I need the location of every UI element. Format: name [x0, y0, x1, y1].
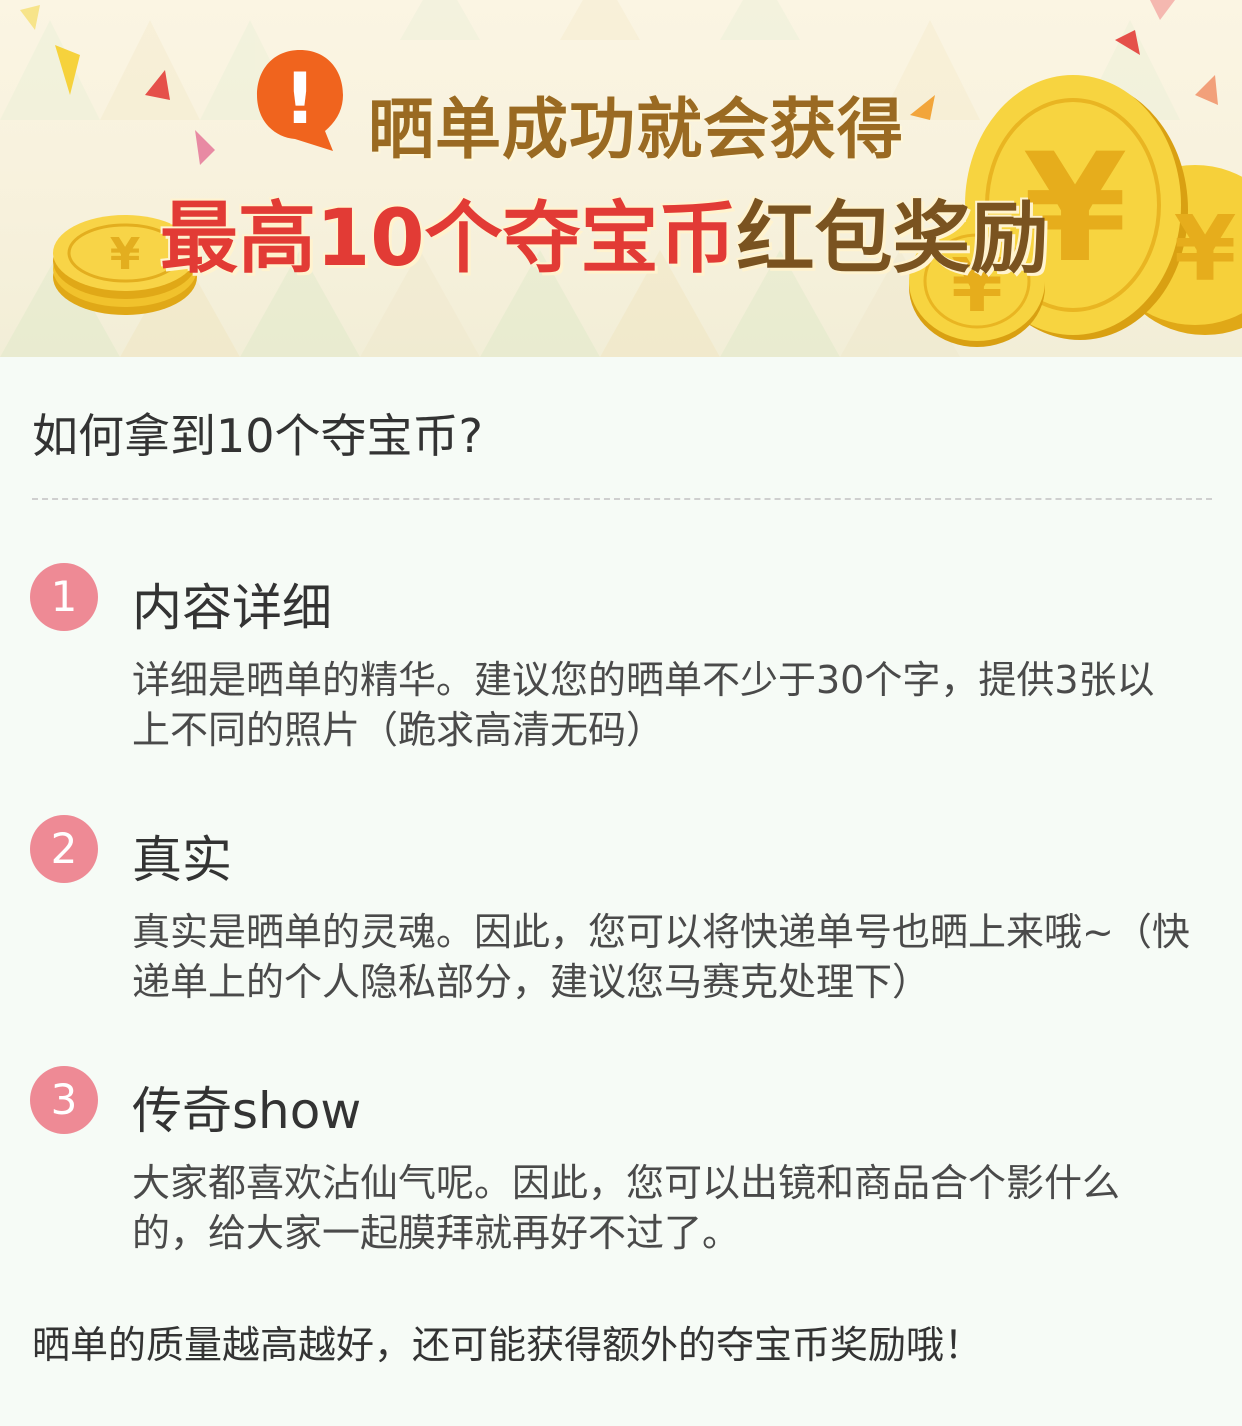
- step-number-badge: 2: [30, 815, 98, 883]
- step-title: 传奇show: [132, 1082, 362, 1140]
- svg-text:¥: ¥: [110, 229, 141, 280]
- step-title: 真实: [132, 831, 232, 889]
- step-title: 内容详细: [132, 579, 332, 637]
- footer-note: 晒单的质量越高越好，还可能获得额外的夺宝币奖励哦！: [32, 1323, 983, 1367]
- alert-bubble-icon: !: [257, 50, 343, 151]
- step-description: 大家都喜欢沾仙气呢。因此，您可以出镜和商品合个影什么的，给大家一起膜拜就再好不过…: [132, 1161, 1121, 1255]
- dashed-divider: [32, 498, 1212, 500]
- reward-banner: ¥ ¥ ¥ ¥ ! 晒单成功就会获得 最高10个夺宝币红包奖励: [0, 0, 1242, 357]
- banner-subheadline: 最高10个夺宝币红包奖励: [160, 176, 1049, 288]
- step-description: 真实是晒单的灵魂。因此，您可以将快递单号也晒上来哦~（快递单上的个人隐私部分，建…: [132, 910, 1190, 1004]
- banner-highlight-text: 最高10个夺宝币: [160, 194, 737, 284]
- step-number-badge: 1: [30, 563, 98, 631]
- banner-headline: 晒单成功就会获得: [368, 91, 904, 168]
- svg-text:¥: ¥: [1174, 197, 1237, 302]
- step-description: 详细是晒单的精华。建议您的晒单不少于30个字，提供3张以上不同的照片（跪求高清无…: [132, 658, 1155, 752]
- step-number-badge: 3: [30, 1066, 98, 1134]
- svg-text:!: !: [284, 58, 316, 140]
- section-question: 如何拿到10个夺宝币?: [32, 409, 483, 463]
- banner-rest-text: 红包奖励: [736, 194, 1049, 284]
